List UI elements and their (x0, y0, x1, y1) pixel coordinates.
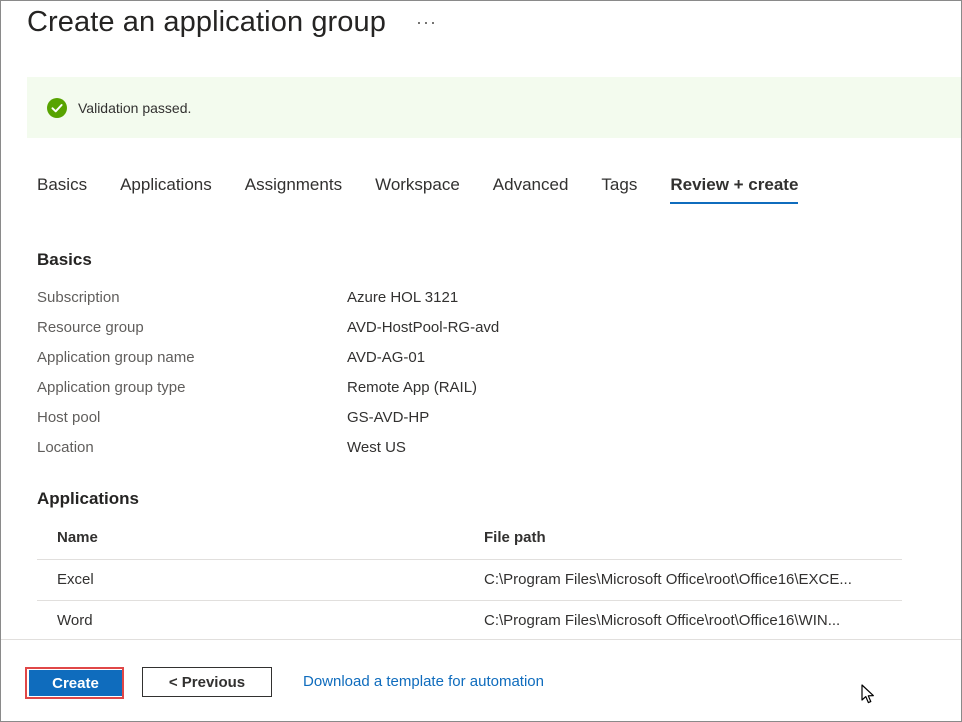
create-app-group-blade: Create an application group ··· Validati… (0, 0, 962, 722)
page-title: Create an application group (27, 6, 386, 38)
banner-text: Validation passed. (78, 99, 192, 116)
table-header-row: Name File path (37, 517, 902, 560)
summary-value: AVD-AG-01 (347, 349, 426, 366)
column-header-file-path: File path (484, 529, 546, 546)
action-footer: Create < Previous Download a template fo… (1, 639, 961, 721)
more-options-icon[interactable]: ··· (416, 13, 437, 31)
previous-button[interactable]: < Previous (142, 667, 272, 697)
table-row: Excel C:\Program Files\Microsoft Office\… (37, 560, 902, 601)
summary-value: Azure HOL 3121 (347, 289, 459, 306)
create-button[interactable]: Create (29, 670, 122, 696)
mouse-pointer-icon (861, 684, 875, 709)
summary-label: Host pool (37, 409, 101, 426)
summary-row-subscription: Subscription Azure HOL 3121 (37, 289, 737, 319)
summary-row-app-group-type: Application group type Remote App (RAIL) (37, 379, 737, 409)
summary-label: Application group name (37, 349, 195, 366)
title-row: Create an application group ··· (27, 6, 437, 39)
tab-advanced[interactable]: Advanced (493, 175, 569, 204)
tab-tags[interactable]: Tags (601, 175, 637, 204)
tab-workspace[interactable]: Workspace (375, 175, 460, 204)
tab-assignments[interactable]: Assignments (245, 175, 342, 204)
summary-label: Application group type (37, 379, 186, 396)
applications-table: Name File path Excel C:\Program Files\Mi… (37, 517, 902, 642)
tab-basics[interactable]: Basics (37, 175, 87, 204)
check-circle-icon (47, 97, 67, 118)
tab-review-create[interactable]: Review + create (670, 175, 799, 204)
table-row: Word C:\Program Files\Microsoft Office\r… (37, 601, 902, 642)
app-path-cell: C:\Program Files\Microsoft Office\root\O… (484, 571, 852, 588)
summary-value: GS-AVD-HP (347, 409, 430, 426)
tab-strip: Basics Applications Assignments Workspac… (37, 175, 831, 204)
basics-heading: Basics (37, 250, 92, 269)
validation-banner: Validation passed. (27, 77, 961, 138)
summary-row-resource-group: Resource group AVD-HostPool-RG-avd (37, 319, 737, 349)
download-template-link[interactable]: Download a template for automation (303, 673, 544, 690)
app-name-cell: Excel (57, 571, 94, 588)
app-path-cell: C:\Program Files\Microsoft Office\root\O… (484, 612, 841, 629)
summary-row-app-group-name: Application group name AVD-AG-01 (37, 349, 737, 379)
app-name-cell: Word (57, 612, 93, 629)
summary-value: AVD-HostPool-RG-avd (347, 319, 500, 336)
summary-value: Remote App (RAIL) (347, 379, 478, 396)
tab-applications[interactable]: Applications (120, 175, 212, 204)
applications-heading: Applications (37, 489, 140, 508)
summary-row-location: Location West US (37, 439, 737, 469)
summary-value: West US (347, 439, 406, 456)
column-header-name: Name (57, 529, 98, 546)
summary-row-host-pool: Host pool GS-AVD-HP (37, 409, 737, 439)
summary-label: Resource group (37, 319, 144, 336)
summary-label: Subscription (37, 289, 120, 306)
summary-label: Location (37, 439, 94, 456)
